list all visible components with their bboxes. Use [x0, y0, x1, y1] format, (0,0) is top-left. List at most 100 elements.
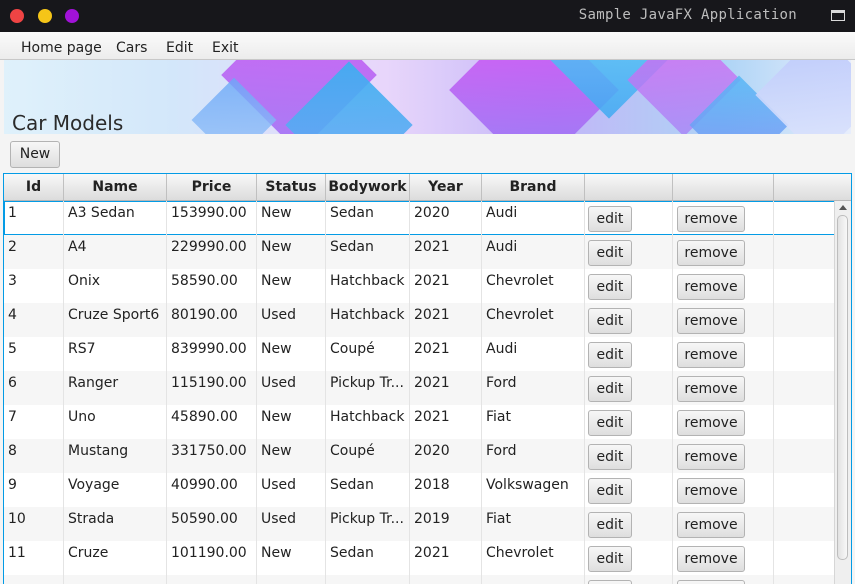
cell-empty: [774, 439, 835, 473]
remove-button[interactable]: remove: [677, 206, 745, 232]
cell-brand: Fiat: [482, 405, 585, 439]
cell-year: 2021: [410, 541, 482, 575]
table-row[interactable]: 2 A4 229990.00 New Sedan 2021 Audi edit remove: [4, 235, 835, 269]
edit-button[interactable]: edit: [588, 512, 632, 538]
cell-bodywork: Pickup Tr...: [326, 507, 410, 541]
cell-remove: remove: [673, 303, 774, 337]
column-header-id[interactable]: Id: [4, 174, 64, 200]
menu-item-home-page[interactable]: Home page: [21, 40, 102, 56]
edit-button[interactable]: edit: [588, 308, 632, 334]
cell-status: New: [257, 201, 326, 235]
edit-button[interactable]: edit: [588, 444, 632, 470]
cell-status: New: [257, 337, 326, 371]
cell-name: Cruze: [64, 541, 167, 575]
maximize-window-button[interactable]: [65, 9, 79, 23]
edit-button[interactable]: edit: [588, 342, 632, 368]
cell-brand: Audi: [482, 337, 585, 371]
cell-brand: [482, 575, 585, 584]
cell-name: A4: [64, 235, 167, 269]
remove-button[interactable]: remove: [677, 308, 745, 334]
title-bar: Sample JavaFX Application: [0, 0, 855, 32]
car-models-table[interactable]: Id Name Price Status Bodywork Year Brand…: [3, 173, 852, 584]
cell-name: A3 Sedan: [64, 201, 167, 235]
cell-price: 101190.00: [167, 541, 257, 575]
menu-item-edit[interactable]: Edit: [166, 40, 193, 56]
cell-id: 4: [4, 303, 64, 337]
edit-button[interactable]: edit: [588, 274, 632, 300]
remove-button[interactable]: remove: [677, 274, 745, 300]
table-row[interactable]: 3 Onix 58590.00 New Hatchback 2021 Chevrolet ed…: [4, 269, 835, 303]
remove-button[interactable]: remove: [677, 512, 745, 538]
cell-year: 2021: [410, 303, 482, 337]
remove-button[interactable]: remove: [677, 478, 745, 504]
table-row[interactable]: 10 Strada 50590.00 Used Pickup Tr... 2019 Fiat…: [4, 507, 835, 541]
cell-bodywork: Sedan: [326, 201, 410, 235]
cell-price: 58590.00: [167, 269, 257, 303]
column-header-year[interactable]: Year: [410, 174, 482, 200]
edit-button[interactable]: edit: [588, 478, 632, 504]
cell-name: Strada: [64, 507, 167, 541]
cell-brand: Chevrolet: [482, 541, 585, 575]
column-header-remove[interactable]: [673, 174, 774, 200]
cell-name: Cruze Sport6: [64, 303, 167, 337]
column-header-price[interactable]: Price: [167, 174, 257, 200]
cell-year: 2021: [410, 269, 482, 303]
edit-button[interactable]: edit: [588, 546, 632, 572]
cell-status: New: [257, 405, 326, 439]
scroll-up-arrow-icon[interactable]: [839, 205, 847, 210]
remove-button[interactable]: remove: [677, 444, 745, 470]
cell-price: 153990.00: [167, 201, 257, 235]
window-title: Sample JavaFX Application: [578, 7, 797, 23]
edit-button[interactable]: [588, 580, 632, 584]
cell-status: New: [257, 269, 326, 303]
remove-button[interactable]: remove: [677, 410, 745, 436]
cell-bodywork: Hatchback: [326, 269, 410, 303]
cell-status: New: [257, 235, 326, 269]
cell-edit: edit: [585, 541, 673, 575]
cell-name: [64, 575, 167, 584]
column-header-status[interactable]: Status: [257, 174, 326, 200]
cell-status: Used: [257, 371, 326, 405]
column-header-brand[interactable]: Brand: [482, 174, 585, 200]
remove-button[interactable]: remove: [677, 342, 745, 368]
close-window-button[interactable]: [10, 9, 24, 23]
edit-button[interactable]: edit: [588, 410, 632, 436]
cell-status: Used: [257, 303, 326, 337]
cell-id: 11: [4, 541, 64, 575]
table-row[interactable]: 1 A3 Sedan 153990.00 New Sedan 2020 Audi edit re…: [4, 201, 835, 235]
cell-id: [4, 575, 64, 584]
remove-button[interactable]: remove: [677, 240, 745, 266]
scrollbar-thumb[interactable]: [837, 215, 848, 560]
cell-name: Uno: [64, 405, 167, 439]
edit-button[interactable]: edit: [588, 376, 632, 402]
menu-item-exit[interactable]: Exit: [212, 40, 239, 56]
new-car-button[interactable]: New: [10, 141, 60, 168]
table-row[interactable]: 7 Uno 45890.00 New Hatchback 2021 Fiat edit remo…: [4, 405, 835, 439]
cell-year: 2019: [410, 507, 482, 541]
edit-button[interactable]: edit: [588, 240, 632, 266]
table-row[interactable]: 6 Ranger 115190.00 Used Pickup Tr... 2021 Ford…: [4, 371, 835, 405]
cell-brand: Chevrolet: [482, 303, 585, 337]
cell-edit: edit: [585, 439, 673, 473]
table-row[interactable]: 11 Cruze 101190.00 New Sedan 2021 Chevrolet edi…: [4, 541, 835, 575]
table-row[interactable]: 4 Cruze Sport6 80190.00 Used Hatchback 2021 Ch…: [4, 303, 835, 337]
edit-button[interactable]: edit: [588, 206, 632, 232]
menu-item-cars[interactable]: Cars: [116, 40, 147, 56]
vertical-scrollbar[interactable]: [834, 201, 851, 584]
column-header-bodywork[interactable]: Bodywork: [326, 174, 410, 200]
window-maximize-icon[interactable]: [831, 10, 845, 21]
column-header-edit[interactable]: [585, 174, 673, 200]
table-row[interactable]: [4, 575, 835, 584]
column-header-name[interactable]: Name: [64, 174, 167, 200]
cell-id: 8: [4, 439, 64, 473]
remove-button[interactable]: remove: [677, 546, 745, 572]
cell-empty: [774, 337, 835, 371]
remove-button[interactable]: remove: [677, 376, 745, 402]
menu-bar: Home page Cars Edit Exit: [0, 32, 855, 60]
remove-button[interactable]: [677, 580, 745, 584]
minimize-window-button[interactable]: [38, 9, 52, 23]
table-row[interactable]: 9 Voyage 40990.00 Used Sedan 2018 Volkswagen ed…: [4, 473, 835, 507]
table-row[interactable]: 5 RS7 839990.00 New Coupé 2021 Audi edit remove: [4, 337, 835, 371]
table-row[interactable]: 8 Mustang 331750.00 New Coupé 2020 Ford edit rem…: [4, 439, 835, 473]
cell-empty: [774, 269, 835, 303]
